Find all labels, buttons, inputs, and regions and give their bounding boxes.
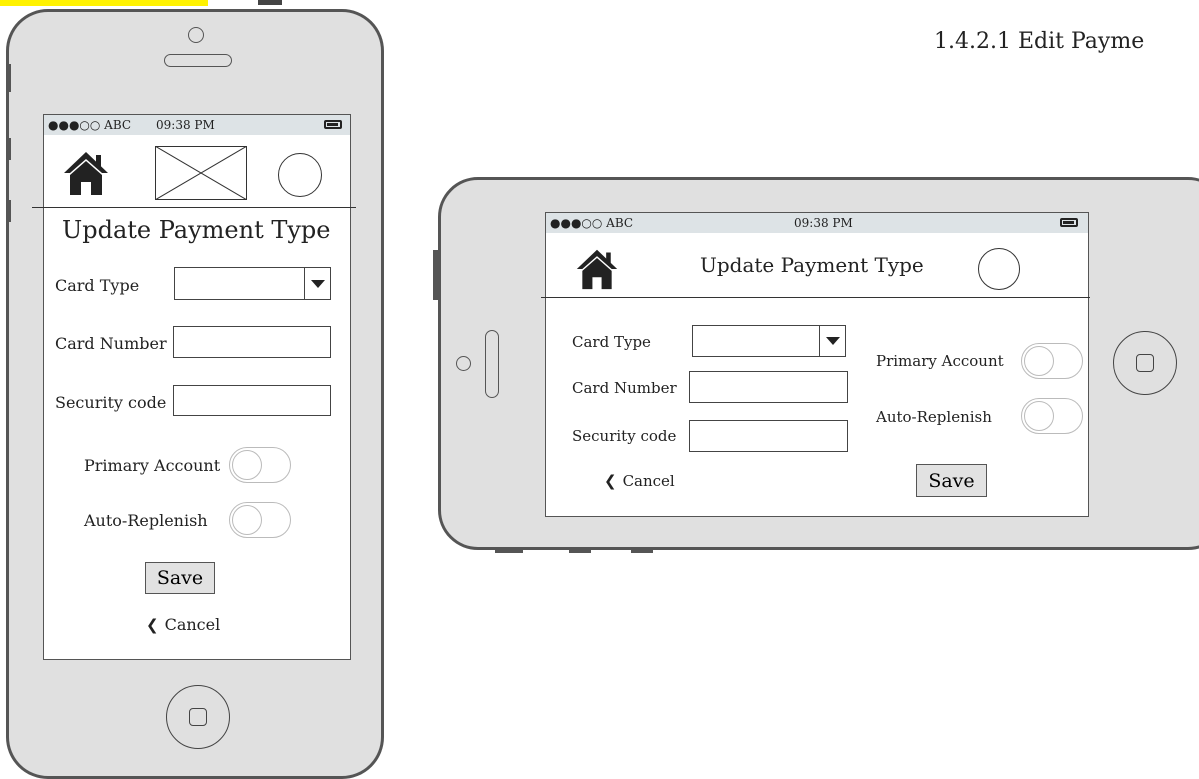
header-divider — [32, 207, 356, 208]
speaker — [485, 330, 499, 398]
highlight-fragment — [0, 0, 208, 6]
primary-account-label: Primary Account — [876, 352, 1004, 370]
carrier-label: ●●●○○ ABC — [48, 118, 132, 132]
chevron-left-icon: ❮ — [146, 616, 159, 634]
time-label: 09:38 PM — [794, 216, 853, 230]
volume-button — [569, 548, 591, 553]
primary-account-toggle[interactable] — [1021, 343, 1083, 379]
caret-down-icon — [304, 268, 330, 299]
carrier-label: ●●●○○ ABC — [550, 216, 634, 230]
auto-replenish-label: Auto-Replenish — [84, 511, 208, 530]
caret-down-icon — [819, 326, 845, 356]
home-button[interactable] — [1113, 331, 1177, 395]
volume-button — [6, 64, 11, 92]
auto-replenish-toggle[interactable] — [229, 502, 291, 538]
auto-replenish-label: Auto-Replenish — [876, 408, 992, 426]
card-number-label: Card Number — [55, 334, 167, 353]
header-divider — [541, 297, 1090, 298]
home-button-inner — [1136, 354, 1154, 372]
battery-icon — [1060, 218, 1078, 227]
card-type-select[interactable] — [692, 325, 846, 357]
power-button — [433, 250, 438, 300]
time-label: 09:38 PM — [156, 118, 215, 132]
camera — [456, 356, 471, 371]
status-bar: ●●●○○ ABC 09:38 PM — [44, 115, 350, 135]
card-number-field[interactable] — [689, 371, 848, 403]
page-heading: Update Payment Type — [700, 253, 924, 277]
chevron-left-icon: ❮ — [604, 472, 617, 490]
volume-button — [495, 548, 523, 553]
home-icon[interactable] — [575, 247, 619, 291]
primary-account-toggle[interactable] — [229, 447, 291, 483]
cancel-link[interactable]: ❮ Cancel — [146, 615, 220, 634]
security-code-label: Security code — [572, 427, 677, 445]
card-type-label: Card Type — [55, 276, 140, 295]
card-type-select[interactable] — [174, 267, 331, 300]
security-code-label: Security code — [55, 393, 167, 412]
home-button[interactable] — [166, 685, 230, 749]
profile-circle-icon[interactable] — [278, 153, 322, 197]
home-icon[interactable] — [62, 149, 110, 197]
save-button[interactable]: Save — [916, 464, 987, 497]
auto-replenish-toggle[interactable] — [1021, 398, 1083, 434]
cancel-link[interactable]: ❮ Cancel — [604, 472, 675, 490]
home-button-inner — [189, 708, 207, 726]
volume-button — [6, 138, 11, 160]
card-type-label: Card Type — [572, 333, 651, 351]
camera — [188, 27, 204, 43]
card-number-field[interactable] — [173, 326, 331, 358]
section-title: 1.4.2.1 Edit Payme — [934, 29, 1145, 54]
cancel-label: Cancel — [622, 472, 675, 490]
profile-circle-icon[interactable] — [978, 248, 1020, 290]
security-code-field[interactable] — [173, 385, 331, 416]
primary-account-label: Primary Account — [84, 456, 221, 475]
cancel-label: Cancel — [164, 615, 221, 634]
page-heading: Update Payment Type — [62, 216, 331, 244]
speaker — [164, 54, 232, 67]
image-placeholder-icon — [155, 146, 247, 200]
card-number-label: Card Number — [572, 379, 677, 397]
battery-icon — [324, 120, 342, 129]
status-bar: ●●●○○ ABC 09:38 PM — [546, 213, 1088, 233]
volume-button — [631, 548, 653, 553]
text-fragment — [258, 0, 282, 5]
security-code-field[interactable] — [689, 420, 848, 452]
save-button[interactable]: Save — [145, 562, 215, 594]
volume-button — [6, 200, 11, 222]
